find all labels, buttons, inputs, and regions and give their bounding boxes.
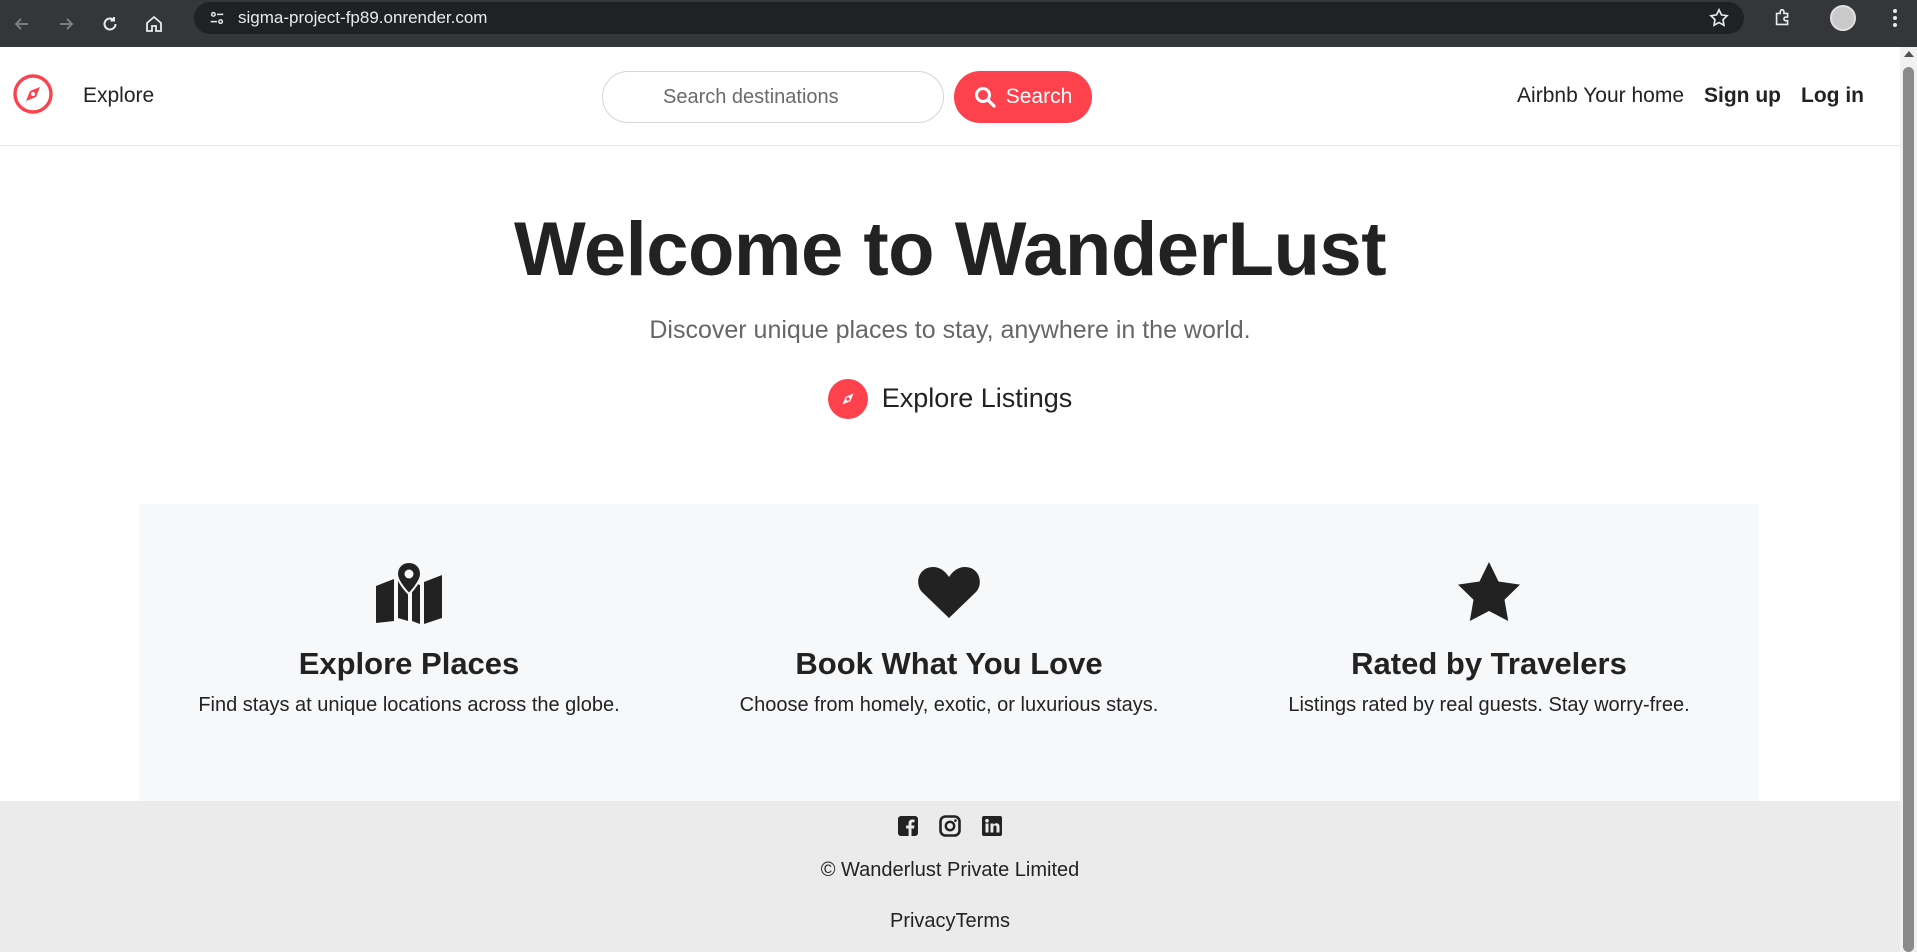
site-footer: © Wanderlust Private Limited PrivacyTerm… bbox=[0, 801, 1900, 952]
profile-button[interactable] bbox=[1813, 4, 1873, 31]
compass-icon bbox=[827, 378, 868, 419]
page-viewport: Explore Search Airbnb Your home Sign up … bbox=[0, 47, 1900, 952]
back-arrow-icon bbox=[14, 17, 28, 30]
explore-listings-link[interactable]: Explore Listings bbox=[827, 378, 1073, 419]
puzzle-icon bbox=[1775, 8, 1789, 25]
social-links bbox=[0, 801, 1900, 837]
extensions-button[interactable] bbox=[1753, 7, 1813, 29]
explore-listings-label: Explore Listings bbox=[881, 383, 1073, 414]
back-button[interactable] bbox=[0, 0, 44, 47]
feature-title: Rated by Travelers bbox=[1351, 646, 1627, 681]
compass-logo-icon[interactable] bbox=[12, 73, 54, 115]
feature-card: Explore Places Find stays at unique loca… bbox=[139, 504, 679, 804]
home-button[interactable] bbox=[132, 0, 176, 47]
url-text[interactable]: sigma-project-fp89.onrender.com bbox=[238, 8, 487, 28]
feature-title: Book What You Love bbox=[795, 646, 1103, 681]
facebook-icon[interactable] bbox=[897, 815, 919, 837]
heart-icon bbox=[679, 560, 1219, 624]
forward-arrow-icon bbox=[60, 17, 74, 30]
instagram-icon[interactable] bbox=[939, 815, 961, 837]
search-input[interactable] bbox=[602, 71, 944, 123]
search-icon bbox=[974, 87, 996, 108]
page-title: Welcome to WanderLust bbox=[513, 207, 1387, 292]
feature-title: Explore Places bbox=[298, 646, 520, 681]
privacy-terms-links[interactable]: PrivacyTerms bbox=[0, 910, 1900, 933]
hero-subtitle: Discover unique places to stay, anywhere… bbox=[649, 315, 1251, 344]
signup-link[interactable]: Sign up bbox=[1704, 84, 1781, 108]
address-bar[interactable]: sigma-project-fp89.onrender.com bbox=[194, 2, 1744, 34]
feature-text: Choose from homely, exotic, or luxurious… bbox=[739, 694, 1159, 716]
host-home-link[interactable]: Airbnb Your home bbox=[1517, 84, 1684, 108]
forward-button[interactable] bbox=[44, 0, 88, 47]
browser-toolbar: sigma-project-fp89.onrender.com bbox=[0, 0, 1917, 47]
scroll-up-arrow-icon[interactable] bbox=[1904, 51, 1914, 57]
reload-icon bbox=[103, 16, 117, 30]
nav-auth-links: Airbnb Your home Sign up Log in bbox=[1517, 84, 1864, 108]
feature-text: Find stays at unique locations across th… bbox=[198, 694, 620, 716]
nav-explore-link[interactable]: Explore bbox=[83, 84, 154, 108]
more-vert-icon bbox=[1893, 8, 1897, 27]
search-button-label: Search bbox=[1005, 85, 1073, 108]
feature-card: Rated by Travelers Listings rated by rea… bbox=[1219, 504, 1759, 804]
star-icon bbox=[1219, 560, 1759, 624]
features-section: Explore Places Find stays at unique loca… bbox=[139, 504, 1759, 804]
feature-text: Listings rated by real guests. Stay worr… bbox=[1288, 694, 1690, 716]
search-button[interactable]: Search bbox=[954, 71, 1092, 123]
site-navbar: Explore Search Airbnb Your home Sign up … bbox=[0, 47, 1900, 146]
page-scrollbar[interactable] bbox=[1900, 47, 1917, 952]
scrollbar-thumb[interactable] bbox=[1903, 67, 1914, 952]
reload-button[interactable] bbox=[88, 0, 132, 47]
search-form: Search bbox=[602, 71, 1092, 123]
avatar[interactable] bbox=[1830, 4, 1856, 31]
menu-button[interactable] bbox=[1873, 8, 1917, 28]
login-link[interactable]: Log in bbox=[1801, 84, 1864, 108]
home-icon bbox=[146, 15, 162, 32]
feature-card: Book What You Love Choose from homely, e… bbox=[679, 504, 1219, 804]
bookmark-star-icon[interactable] bbox=[1708, 7, 1730, 29]
map-location-icon bbox=[139, 560, 679, 624]
copyright-text: © Wanderlust Private Limited bbox=[820, 859, 1080, 881]
site-settings-icon[interactable] bbox=[206, 7, 228, 29]
hero-section: Welcome to WanderLust Discover unique pl… bbox=[0, 210, 1900, 419]
linkedin-icon[interactable] bbox=[981, 815, 1003, 837]
